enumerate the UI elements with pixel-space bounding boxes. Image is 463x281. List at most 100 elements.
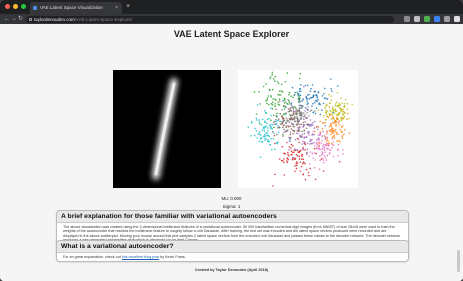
scatter-point — [294, 120, 297, 123]
scatter-point — [287, 151, 289, 154]
browser-toolbar: ← → ↻ taylordenouden.com/VAE-Latent-Spac… — [0, 14, 463, 24]
scatter-point — [300, 90, 302, 92]
scatter-point — [337, 85, 339, 87]
scatter-point — [309, 140, 312, 142]
scatter-point — [340, 116, 343, 118]
scatter-point — [321, 128, 324, 130]
scatter-point — [264, 139, 266, 142]
minimize-window-button[interactable] — [13, 4, 18, 9]
scatter-point — [284, 113, 287, 116]
scatter-point — [287, 108, 290, 110]
extension-blue-icon[interactable] — [434, 16, 440, 22]
vae-card: What is a variational autoencoder? For a… — [56, 240, 409, 262]
browser-tab[interactable]: VAE Latent Space Visualization × — [30, 2, 122, 14]
scatter-point — [298, 128, 300, 130]
scatter-point — [340, 109, 342, 112]
scatter-point — [290, 143, 293, 146]
scatter-point — [308, 174, 310, 177]
close-window-button[interactable] — [5, 4, 10, 9]
scatter-point — [295, 112, 297, 114]
share-icon[interactable] — [404, 16, 410, 22]
scatter-point — [294, 106, 297, 109]
scatter-point — [283, 158, 285, 160]
scatter-point — [273, 121, 275, 123]
scatter-point — [308, 163, 311, 165]
scatter-point — [337, 149, 339, 151]
mu-value: Mu: 0.000 — [221, 196, 242, 201]
scatter-point — [277, 94, 279, 96]
scatter-point — [323, 114, 325, 117]
scatter-point — [324, 107, 327, 109]
scatter-point — [273, 126, 275, 129]
scatter-point — [317, 98, 319, 101]
scatter-point — [298, 104, 301, 107]
scatter-point — [271, 103, 274, 106]
scatter-point — [296, 148, 299, 151]
scatter-point — [327, 140, 329, 142]
scatter-point — [299, 97, 301, 100]
new-tab-button[interactable]: + — [126, 2, 130, 12]
scatter-point — [301, 114, 303, 116]
scatter-point — [348, 132, 351, 134]
scatter-point — [333, 136, 336, 139]
reload-button[interactable]: ↻ — [18, 14, 23, 24]
scatter-point — [274, 148, 276, 150]
scatter-point — [280, 83, 283, 86]
address-bar[interactable]: taylordenouden.com/VAE-Latent-Space-Expl… — [26, 15, 394, 23]
page-scrollbar[interactable] — [456, 24, 461, 281]
scatter-point — [317, 91, 320, 93]
scatter-point — [263, 130, 266, 132]
scatter-point — [309, 143, 311, 145]
scatter-point — [267, 139, 269, 141]
scatter-point — [337, 105, 339, 108]
scatter-point — [304, 162, 306, 165]
scatter-point — [294, 91, 297, 94]
latent-space-scatterplot[interactable] — [238, 70, 358, 188]
tab-close-icon[interactable]: × — [115, 2, 118, 14]
scatter-point — [342, 111, 345, 113]
scatter-point — [284, 81, 287, 83]
scatter-point — [265, 138, 267, 140]
scatter-point — [303, 129, 306, 132]
scatter-point — [295, 153, 298, 156]
scatter-point — [311, 84, 314, 86]
scatter-point — [283, 124, 285, 126]
scatter-point — [295, 167, 298, 170]
scatter-point — [301, 130, 303, 133]
scatter-point — [325, 113, 328, 115]
forward-button[interactable]: → — [11, 14, 17, 24]
scatter-point — [305, 168, 308, 171]
scatter-point — [265, 122, 268, 124]
scatter-point — [342, 108, 344, 111]
scatter-point — [314, 159, 316, 161]
scatter-point — [343, 103, 346, 105]
scatter-point — [266, 102, 268, 104]
scatter-point — [332, 121, 334, 124]
scatter-point — [287, 129, 289, 131]
scatter-point — [258, 119, 260, 121]
scatter-point — [275, 108, 277, 111]
scatter-point — [305, 136, 308, 138]
scatter-point — [326, 98, 329, 100]
scatter-point — [278, 90, 281, 92]
scatter-point — [308, 134, 310, 136]
scatterplot-svg[interactable] — [238, 70, 358, 188]
blog-post-link[interactable]: this excellent blog post — [122, 255, 159, 259]
scatter-point — [259, 122, 261, 125]
scatter-point — [302, 147, 305, 150]
bookmark-star-icon[interactable] — [414, 16, 420, 22]
extension-grey-icon[interactable] — [444, 16, 450, 22]
zoom-window-button[interactable] — [21, 4, 26, 9]
scatter-point — [340, 118, 343, 121]
scatter-point — [341, 137, 344, 139]
back-button[interactable]: ← — [4, 14, 10, 24]
extension-green-icon[interactable] — [424, 16, 430, 22]
scatter-point — [331, 144, 334, 146]
scatter-point — [333, 118, 335, 120]
scrollbar-thumb[interactable] — [457, 250, 460, 272]
puzzle-icon[interactable] — [454, 16, 460, 22]
scatter-point — [302, 158, 305, 160]
scatter-point — [336, 118, 339, 121]
scatter-point — [311, 142, 314, 145]
scatter-point — [334, 105, 337, 107]
